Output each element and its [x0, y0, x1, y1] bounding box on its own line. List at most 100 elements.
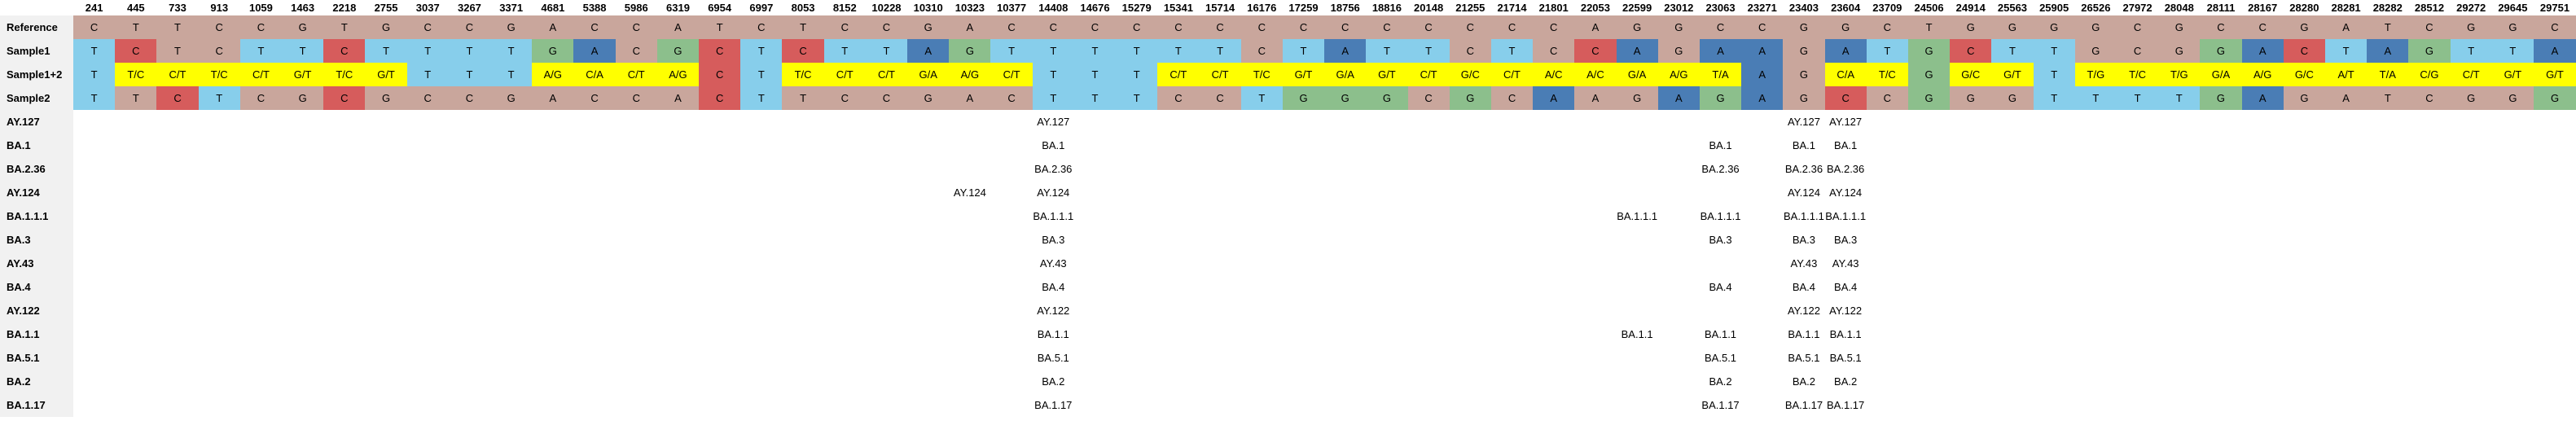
lineage-cell	[1490, 370, 1534, 393]
base-cell: C	[1574, 39, 1617, 63]
lineage-cell	[949, 110, 991, 134]
table-row: BA.1.1.1 BA.1.1.1 BA.1.1.1 BA.1.1.1 BA.1.1.1…	[0, 204, 2576, 228]
lineage-cell	[365, 299, 407, 322]
lineage-cell	[282, 299, 324, 322]
lineage-cell: AY.127	[1824, 110, 1867, 134]
base-cell: T	[73, 86, 116, 110]
base-cell: T	[1407, 39, 1450, 63]
lineage-cell	[1449, 157, 1491, 181]
lineage-cell: BA.1.1.1	[1032, 204, 1074, 228]
lineage-cell	[2324, 275, 2368, 299]
base-cell: C	[198, 39, 240, 63]
lineage-cell	[2074, 275, 2117, 299]
lineage-cell	[1240, 275, 1283, 299]
lineage-cell	[573, 346, 616, 370]
base-cell: T	[1866, 39, 1908, 63]
lineage-cell	[2534, 181, 2576, 204]
lineage-cell	[2408, 346, 2451, 370]
table-row: Sample1 T C T C T T C T T T T G A C G C T C T T A G T T T T T T C T A T T…	[0, 39, 2576, 63]
base-cell: G	[656, 39, 700, 63]
lineage-cell	[907, 228, 950, 252]
lineage-cell	[1907, 370, 1951, 393]
lineage-cell	[615, 299, 657, 322]
base-cell: G	[1991, 15, 2034, 39]
lineage-cell	[448, 204, 491, 228]
lineage-cell	[656, 204, 700, 228]
position-header: 28280	[2283, 0, 2325, 15]
lineage-cell	[1157, 275, 1200, 299]
lineage-cell	[2033, 157, 2075, 181]
lineage-cell	[1366, 110, 1408, 134]
lineage-cell	[1574, 110, 1617, 134]
base-cell: C	[699, 86, 741, 110]
lineage-cell	[73, 346, 116, 370]
lineage-cell	[406, 393, 449, 417]
lineage-cell	[2116, 299, 2159, 322]
base-cell: C	[323, 39, 366, 63]
lineage-cell	[1490, 275, 1534, 299]
position-header: 3037	[406, 0, 449, 15]
lineage-cell	[73, 275, 116, 299]
position-header: 17259	[1282, 0, 1325, 15]
lineage-cell: BA.1.1	[1824, 322, 1867, 346]
lineage-cell	[1616, 393, 1658, 417]
base-cell: G	[2033, 15, 2075, 39]
base-cell: T	[740, 39, 783, 63]
base-cell: T/C	[782, 63, 824, 86]
lineage-cell	[448, 157, 491, 181]
lineage-cell	[1073, 299, 1117, 322]
base-cell: A	[2241, 39, 2284, 63]
lineage-cell	[2116, 346, 2159, 370]
lineage-cell	[615, 275, 657, 299]
base-cell: T/C	[323, 63, 366, 86]
row-label: BA.4	[0, 275, 74, 299]
lineage-cell	[73, 299, 116, 322]
lineage-cell: BA.5.1	[1783, 346, 1825, 370]
base-cell: C	[1490, 15, 1534, 39]
base-cell: C	[1533, 39, 1575, 63]
lineage-cell	[2283, 393, 2325, 417]
base-cell: G/T	[365, 63, 407, 86]
lineage-cell	[2283, 370, 2325, 393]
base-cell: C/T	[1157, 63, 1200, 86]
lineage-cell	[490, 204, 533, 228]
lineage-cell	[1574, 228, 1617, 252]
position-header: 20148	[1407, 0, 1450, 15]
lineage-cell	[532, 204, 574, 228]
lineage-cell	[2116, 252, 2159, 275]
lineage-cell	[615, 228, 657, 252]
lineage-cell	[2367, 110, 2409, 134]
base-cell: A	[656, 15, 700, 39]
table-row: BA.3 BA.3 BA.3 BA.3 BA.3	[0, 228, 2576, 252]
lineage-cell	[1991, 228, 2034, 252]
lineage-cell	[823, 346, 866, 370]
lineage-cell	[2367, 181, 2409, 204]
base-cell: T	[2158, 86, 2201, 110]
lineage-cell	[1449, 393, 1491, 417]
lineage-cell	[2534, 299, 2576, 322]
lineage-cell	[823, 157, 866, 181]
base-cell: G	[1324, 86, 1367, 110]
base-cell: C	[115, 39, 157, 63]
lineage-cell	[1073, 322, 1117, 346]
lineage-cell	[1907, 181, 1951, 204]
lineage-cell	[656, 370, 700, 393]
lineage-cell	[2241, 228, 2284, 252]
lineage-cell	[949, 204, 991, 228]
lineage-cell	[323, 204, 366, 228]
lineage-cell	[365, 252, 407, 275]
lineage-cell	[1366, 157, 1408, 181]
lineage-cell	[2283, 299, 2325, 322]
lineage-cell	[1907, 346, 1951, 370]
base-cell: A	[2367, 39, 2409, 63]
lineage-cell	[865, 181, 908, 204]
lineage-cell	[823, 204, 866, 228]
lineage-cell	[1991, 370, 2034, 393]
base-cell: C	[865, 15, 908, 39]
lineage-cell	[73, 370, 116, 393]
lineage-cell	[2033, 110, 2075, 134]
lineage-cell	[1199, 252, 1241, 275]
lineage-cell	[1741, 299, 1784, 322]
base-cell: G	[1657, 39, 1700, 63]
base-cell: C/T	[1490, 63, 1534, 86]
